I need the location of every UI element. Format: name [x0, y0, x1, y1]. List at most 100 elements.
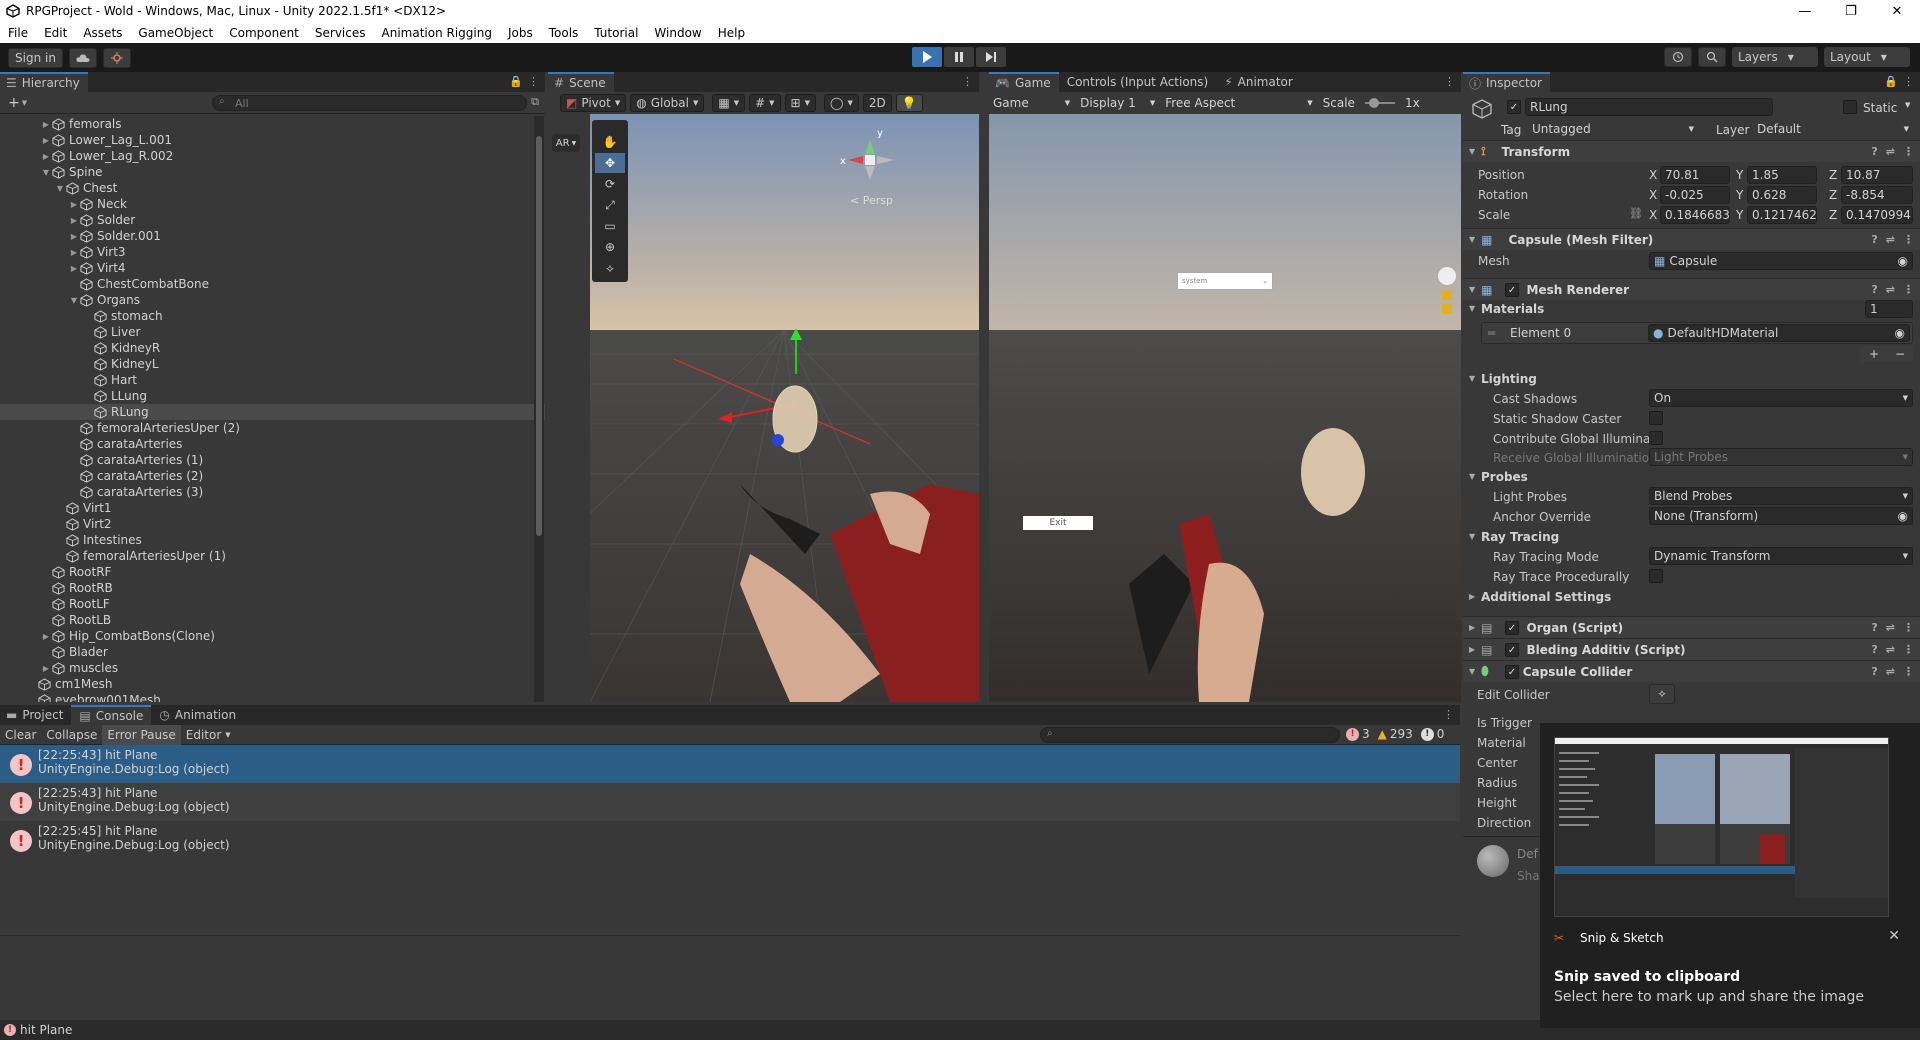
- component-menu-icon[interactable]: ⋮: [1903, 621, 1914, 634]
- game-mode-dropdown[interactable]: Game ▼: [993, 96, 1070, 110]
- help-icon[interactable]: ?: [1871, 621, 1877, 634]
- tab-animation[interactable]: ◷ Animation: [151, 705, 244, 725]
- panel-menu-icon[interactable]: ⋮: [962, 75, 973, 88]
- mesh-filter-header[interactable]: ▼ ▦ Capsule (Mesh Filter) ? ⇌ ⋮: [1463, 228, 1920, 250]
- scale-y-field[interactable]: 0.1217462: [1747, 206, 1817, 224]
- menu-file[interactable]: File: [0, 26, 36, 40]
- clear-button[interactable]: Clear: [0, 725, 41, 745]
- menu-edit[interactable]: Edit: [36, 26, 75, 40]
- hierarchy-scrollbar-thumb[interactable]: [536, 136, 542, 536]
- ray-trace-proc-checkbox[interactable]: [1649, 569, 1663, 583]
- menu-gameobject[interactable]: GameObject: [130, 26, 221, 40]
- add-icon[interactable]: +: [8, 95, 20, 111]
- position-z-field[interactable]: 10.87: [1841, 166, 1913, 184]
- panel-menu-icon[interactable]: ⋮: [1443, 708, 1454, 721]
- transform-tool-icon[interactable]: ⊕: [595, 237, 625, 257]
- toggle-2d-button[interactable]: 2D: [862, 94, 892, 112]
- hierarchy-item[interactable]: RootRF: [0, 564, 545, 580]
- warning-count-toggle[interactable]: ▲ 293: [1378, 727, 1413, 741]
- global-dropdown[interactable]: ◍ Global ▼: [630, 94, 705, 112]
- scale-tool-icon[interactable]: ⤢: [595, 195, 625, 215]
- hierarchy-item[interactable]: Blader: [0, 644, 545, 660]
- chevron-down-icon[interactable]: ▼: [1905, 101, 1910, 109]
- position-x-field[interactable]: 70.81: [1660, 166, 1730, 184]
- info-count-toggle[interactable]: ! 0: [1420, 727, 1444, 741]
- static-shadow-checkbox[interactable]: [1649, 411, 1663, 425]
- tab-hierarchy[interactable]: ☰ Hierarchy: [0, 72, 88, 92]
- status-message[interactable]: hit Plane: [20, 1023, 72, 1037]
- hierarchy-item[interactable]: RootLB: [0, 612, 545, 628]
- collapse-button[interactable]: Collapse: [41, 725, 102, 745]
- anchor-override-field[interactable]: None (Transform) ◉: [1649, 507, 1913, 525]
- layers-dropdown[interactable]: Layers ▼: [1732, 47, 1818, 67]
- chevron-down-icon[interactable]: ▼: [40, 168, 52, 177]
- component-menu-icon[interactable]: ⋮: [1903, 665, 1914, 678]
- layer-dropdown[interactable]: Default ▼: [1753, 120, 1913, 138]
- chevron-right-icon[interactable]: ▶: [68, 248, 80, 257]
- tab-scene[interactable]: # Scene: [548, 72, 614, 92]
- chevron-right-icon[interactable]: ▶: [68, 232, 80, 241]
- mesh-renderer-header[interactable]: ▼ ▦ ✓ Mesh Renderer ? ⇌ ⋮: [1463, 278, 1920, 300]
- move-tool-icon[interactable]: ✥: [595, 153, 625, 173]
- panel-menu-icon[interactable]: ⋮: [1444, 75, 1455, 88]
- object-picker-icon[interactable]: ◉: [1895, 326, 1905, 340]
- chevron-down-icon[interactable]: ▼: [54, 184, 66, 193]
- maximize-button[interactable]: ❐: [1828, 0, 1874, 22]
- grid-visibility-button[interactable]: # ▼: [749, 94, 781, 112]
- hierarchy-item[interactable]: ▶ Lower_Lag_R.002: [0, 148, 545, 164]
- rotation-x-field[interactable]: -0.025: [1660, 186, 1730, 204]
- preset-icon[interactable]: ⇌: [1886, 621, 1895, 634]
- hierarchy-item[interactable]: RootRB: [0, 580, 545, 596]
- scene-viewport[interactable]: y x < Persp: [590, 114, 979, 702]
- rotate-tool-icon[interactable]: ⟳: [595, 174, 625, 194]
- tab-game[interactable]: 🎮 Game: [989, 72, 1059, 92]
- hierarchy-item[interactable]: ▶ femorals: [0, 116, 545, 132]
- remove-element-icon[interactable]: −: [1895, 347, 1905, 361]
- chevron-down-icon[interactable]: ▼: [22, 99, 27, 107]
- layout-dropdown[interactable]: Layout ▼: [1824, 47, 1910, 67]
- chevron-right-icon[interactable]: ▶: [40, 120, 52, 129]
- scale-slider[interactable]: [1364, 98, 1395, 108]
- tab-inspector[interactable]: ⓘ Inspector: [1463, 72, 1550, 92]
- hierarchy-item[interactable]: femoralArteriesUper (2): [0, 420, 545, 436]
- hierarchy-item[interactable]: KidneyL: [0, 356, 545, 372]
- tab-console[interactable]: ▤ Console: [71, 705, 152, 725]
- hierarchy-item[interactable]: ▶ Solder: [0, 212, 545, 228]
- component-menu-icon[interactable]: ⋮: [1903, 643, 1914, 656]
- panel-menu-icon[interactable]: ⋮: [528, 75, 539, 88]
- error-pause-button[interactable]: Error Pause: [102, 724, 181, 745]
- game-viewport[interactable]: system ⌄ Exit: [989, 114, 1461, 702]
- log-entry[interactable]: ! [22:25:43] hit Plane UnityEngine.Debug:…: [0, 745, 1460, 783]
- hierarchy-item[interactable]: femoralArteriesUper (1): [0, 548, 545, 564]
- hierarchy-item[interactable]: RootLF: [0, 596, 545, 612]
- panel-menu-icon[interactable]: ⋮: [1903, 75, 1914, 88]
- log-entry[interactable]: ! [22:25:43] hit Plane UnityEngine.Debug:…: [0, 783, 1460, 821]
- rotation-y-field[interactable]: 0.628: [1747, 186, 1817, 204]
- transform-header[interactable]: ▼ ⟟ Transform ? ⇌ ⋮: [1463, 140, 1920, 162]
- help-icon[interactable]: ?: [1871, 665, 1877, 678]
- hierarchy-item[interactable]: ▼ Chest: [0, 180, 545, 196]
- hierarchy-item[interactable]: RLung: [0, 404, 545, 420]
- chevron-right-icon[interactable]: ▶: [68, 216, 80, 225]
- edit-collider-button[interactable]: ⟡: [1649, 684, 1675, 704]
- help-icon[interactable]: ?: [1871, 233, 1877, 246]
- ray-tracing-mode-dropdown[interactable]: Dynamic Transform ▼: [1649, 547, 1913, 565]
- menu-window[interactable]: Window: [646, 26, 709, 40]
- object-picker-icon[interactable]: ◉: [1898, 254, 1908, 268]
- console-search-input[interactable]: ⌕: [1040, 727, 1340, 743]
- rect-tool-icon[interactable]: ▭: [595, 216, 625, 236]
- hierarchy-item[interactable]: Virt1: [0, 500, 545, 516]
- editor-dropdown[interactable]: Editor ▼: [181, 725, 236, 745]
- hierarchy-item[interactable]: Intestines: [0, 532, 545, 548]
- close-window-button[interactable]: ✕: [1874, 0, 1920, 22]
- object-picker-icon[interactable]: ◉: [1898, 509, 1908, 523]
- bleding-script-header[interactable]: ▶ ▤ ✓ Bleding Additiv (Script) ? ⇌ ⋮: [1463, 638, 1920, 660]
- tab-project[interactable]: ▬ Project: [0, 705, 71, 725]
- menu-assets[interactable]: Assets: [75, 26, 130, 40]
- element0-field[interactable]: ● DefaultHDMaterial ◉: [1648, 324, 1910, 342]
- error-count-toggle[interactable]: ! 3: [1346, 727, 1370, 741]
- console-detail-divider[interactable]: [0, 935, 1460, 936]
- cast-shadows-dropdown[interactable]: On ▼: [1649, 389, 1913, 407]
- component-menu-icon[interactable]: ⋮: [1903, 283, 1914, 296]
- hierarchy-item[interactable]: ▶ Neck: [0, 196, 545, 212]
